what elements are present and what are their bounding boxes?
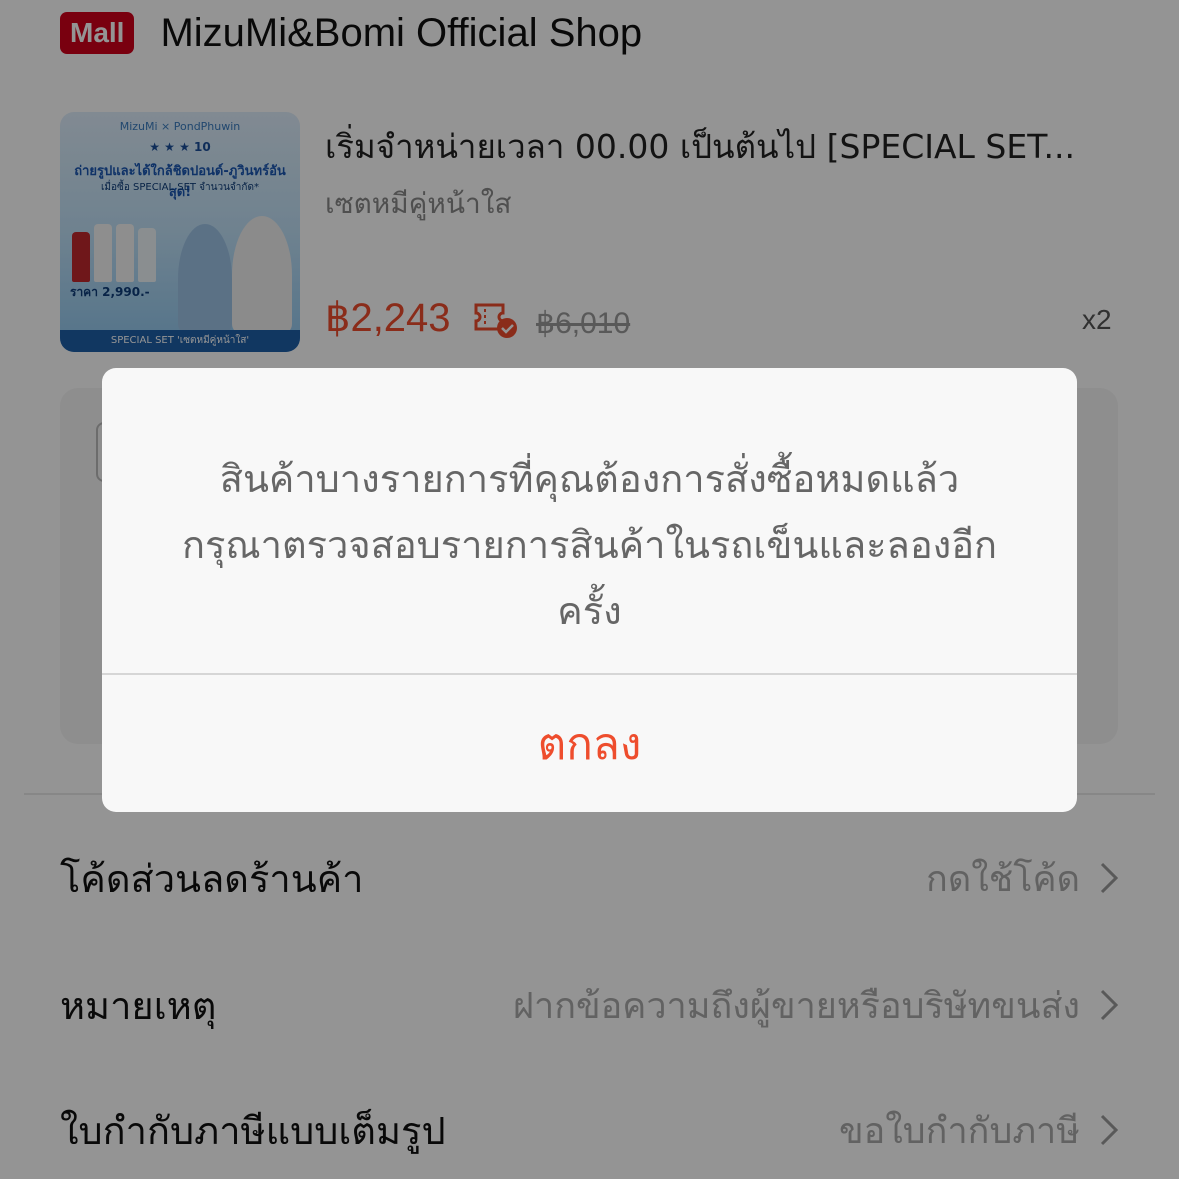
ok-button[interactable]: ตกลง	[102, 675, 1077, 812]
dialog-message-line: สินค้าบางรายการที่คุณต้องการสั่งซื้อหมดแ…	[219, 457, 960, 501]
dialog-message-line: ครั้ง	[557, 589, 622, 633]
dialog-message-line: กรุณาตรวจสอบรายการสินค้าในรถเข็นและลองอี…	[181, 523, 998, 567]
out-of-stock-dialog: สินค้าบางรายการที่คุณต้องการสั่งซื้อหมดแ…	[102, 368, 1077, 812]
dialog-message: สินค้าบางรายการที่คุณต้องการสั่งซื้อหมดแ…	[142, 446, 1037, 644]
